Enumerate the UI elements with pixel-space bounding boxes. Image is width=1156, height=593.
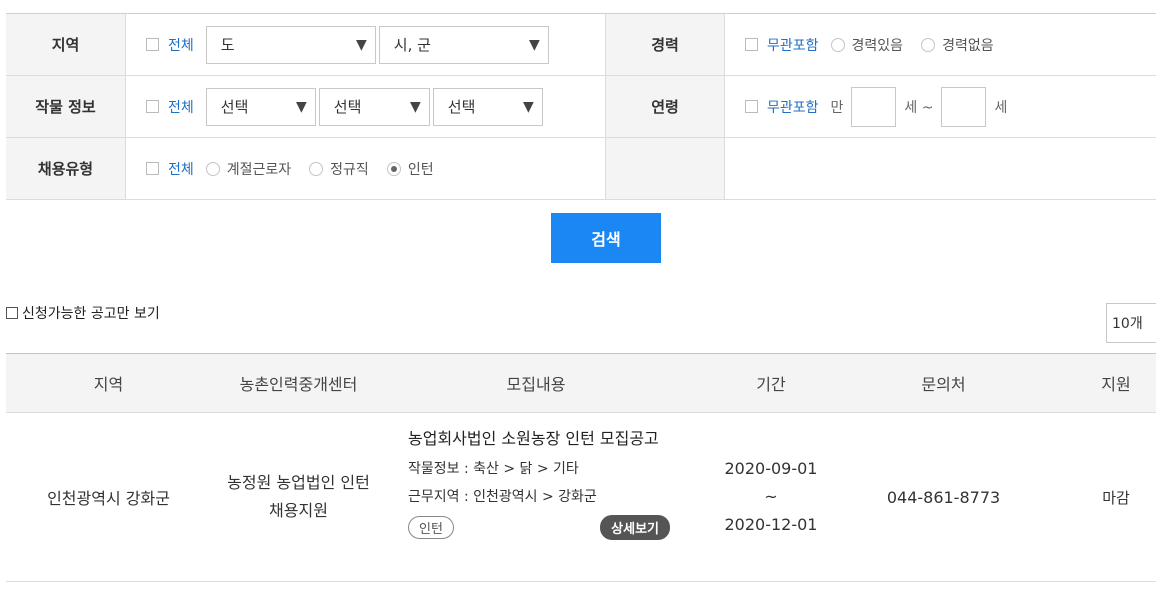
age-any-label: 무관포함 — [767, 99, 819, 116]
radio-circle[interactable] — [921, 37, 936, 52]
career-any-label: 무관포함 — [767, 37, 819, 54]
empty-cell — [725, 138, 1155, 199]
work-area: 근무지역 : 인천광역시 > 강화군 — [408, 489, 597, 505]
crop-select-3[interactable]: 선택 ▼ — [432, 87, 543, 126]
detail-button[interactable]: 상세보기 — [600, 515, 670, 540]
seasonal-radio[interactable]: 계절근로자 — [205, 159, 292, 179]
checkbox-box[interactable] — [745, 100, 758, 113]
available-only-label: 신청가능한 공고만 보기 — [22, 306, 160, 322]
row-status: 마감 — [1102, 488, 1130, 507]
age-from-unit: 세 ~ — [904, 99, 934, 116]
age-prefix: 만 — [830, 99, 844, 116]
per-page-value: 10개 — [1112, 316, 1143, 332]
employment-controls: 전체 계절근로자 정규직 인턴 — [126, 138, 605, 199]
region-all-checkbox[interactable]: 전체 — [146, 35, 194, 55]
available-only-checkbox[interactable]: 신청가능한 공고만 보기 — [6, 303, 160, 323]
job-badges: 인턴 상세보기 — [408, 515, 670, 540]
header-apply: 지원 — [1101, 375, 1131, 394]
province-select[interactable]: 도 ▼ — [205, 25, 376, 64]
radio-circle[interactable] — [309, 161, 324, 176]
employment-all-checkbox[interactable]: 전체 — [146, 159, 194, 179]
checkbox-box[interactable] — [6, 307, 18, 319]
row-content: 농업회사법인 소원농장 인턴 모집공고 작물정보 : 축산 > 닭 > 기타 근… — [408, 425, 670, 540]
career-label: 경력 — [605, 14, 725, 75]
crop-all-checkbox[interactable]: 전체 — [146, 97, 194, 117]
search-filter-table: 지역 전체 도 ▼ 시, 군 ▼ 경력 무관포함 경력있음 경력없음 작물 정보… — [6, 13, 1156, 200]
radio-circle-selected[interactable] — [386, 161, 401, 176]
chevron-down-icon: ▼ — [295, 98, 307, 115]
checkbox-box[interactable] — [146, 38, 159, 51]
career-controls: 무관포함 경력있음 경력없음 — [725, 14, 1155, 75]
fulltime-radio[interactable]: 정규직 — [309, 159, 369, 179]
career-no-label: 경력없음 — [942, 37, 994, 54]
age-from-input[interactable] — [851, 86, 897, 127]
filter-row-region: 지역 전체 도 ▼ 시, 군 ▼ 경력 무관포함 경력있음 경력없음 — [6, 14, 1156, 76]
intern-label: 인턴 — [407, 161, 434, 178]
crop-all-label: 전체 — [168, 99, 194, 116]
search-button[interactable]: 검색 — [551, 213, 661, 263]
header-center: 농촌인력중개센터 — [239, 375, 358, 394]
row-center: 농정원 농업법인 인턴 채용지원 — [227, 473, 370, 520]
crop-select-2[interactable]: 선택 ▼ — [318, 87, 430, 126]
age-to-input[interactable] — [941, 86, 987, 127]
city-select[interactable]: 시, 군 ▼ — [378, 25, 549, 64]
chevron-down-icon: ▼ — [355, 36, 367, 53]
row-contact: 044-861-8773 — [886, 487, 1001, 507]
job-title[interactable]: 농업회사법인 소원농장 인턴 모집공고 — [408, 425, 670, 453]
header-region: 지역 — [93, 375, 124, 394]
header-period: 기간 — [756, 375, 786, 394]
radio-circle[interactable] — [205, 161, 220, 176]
filter-row-crop: 작물 정보 전체 선택 ▼ 선택 ▼ 선택 ▼ 연령 무관포함 만 세 ~ 세 — [6, 76, 1156, 138]
chevron-down-icon: ▼ — [522, 98, 534, 115]
crop-select-3-value: 선택 — [447, 98, 476, 116]
region-controls: 전체 도 ▼ 시, 군 ▼ — [126, 14, 605, 75]
age-controls: 무관포함 만 세 ~ 세 — [725, 76, 1155, 137]
career-yes-radio[interactable]: 경력있음 — [830, 35, 904, 55]
province-select-value: 도 — [220, 36, 235, 54]
intern-radio[interactable]: 인턴 — [386, 159, 434, 179]
period-start: 2020-09-01 — [724, 459, 818, 478]
crop-label: 작물 정보 — [6, 76, 126, 137]
results-table-header: 지역 농촌인력중개센터 모집내용 기간 문의처 지원 — [6, 353, 1156, 413]
seasonal-label: 계절근로자 — [226, 161, 292, 178]
employment-all-label: 전체 — [168, 161, 194, 178]
row-period: 2020-09-01 ~ 2020-12-01 — [686, 413, 856, 581]
row-region: 인천광역시 강화군 — [47, 489, 170, 508]
checkbox-box[interactable] — [745, 38, 758, 51]
crop-select-1[interactable]: 선택 ▼ — [205, 87, 316, 126]
city-select-value: 시, 군 — [393, 36, 431, 54]
region-all-label: 전체 — [168, 37, 194, 54]
career-no-radio[interactable]: 경력없음 — [921, 35, 994, 55]
table-row: 인천광역시 강화군 농정원 농업법인 인턴 채용지원 농업회사법인 소원농장 인… — [6, 413, 1156, 582]
chevron-down-icon: ▼ — [528, 36, 540, 53]
fulltime-label: 정규직 — [330, 161, 369, 178]
age-label: 연령 — [605, 76, 725, 137]
crop-select-2-value: 선택 — [333, 98, 362, 116]
checkbox-box[interactable] — [146, 162, 159, 175]
age-any-checkbox[interactable]: 무관포함 — [745, 97, 819, 117]
header-contact: 문의처 — [921, 375, 966, 394]
checkbox-box[interactable] — [146, 100, 159, 113]
career-yes-label: 경력있음 — [851, 37, 904, 54]
filter-row-employment: 채용유형 전체 계절근로자 정규직 인턴 — [6, 138, 1156, 200]
crop-info: 작물정보 : 축산 > 닭 > 기타 — [408, 461, 579, 477]
radio-circle[interactable] — [830, 37, 845, 52]
empty-header-cell — [605, 138, 725, 199]
period-separator: ~ — [764, 487, 778, 506]
crop-select-1-value: 선택 — [220, 98, 249, 116]
crop-controls: 전체 선택 ▼ 선택 ▼ 선택 ▼ — [126, 76, 605, 137]
age-to-unit: 세 — [994, 99, 1008, 116]
header-content: 모집내용 — [506, 375, 566, 394]
chevron-down-icon: ▼ — [409, 98, 421, 115]
per-page-select[interactable]: 10개 — [1106, 303, 1156, 343]
type-badge: 인턴 — [408, 516, 454, 539]
employment-label: 채용유형 — [6, 138, 126, 199]
career-any-checkbox[interactable]: 무관포함 — [745, 35, 819, 55]
period-end: 2020-12-01 — [724, 515, 818, 534]
region-label: 지역 — [6, 14, 126, 75]
